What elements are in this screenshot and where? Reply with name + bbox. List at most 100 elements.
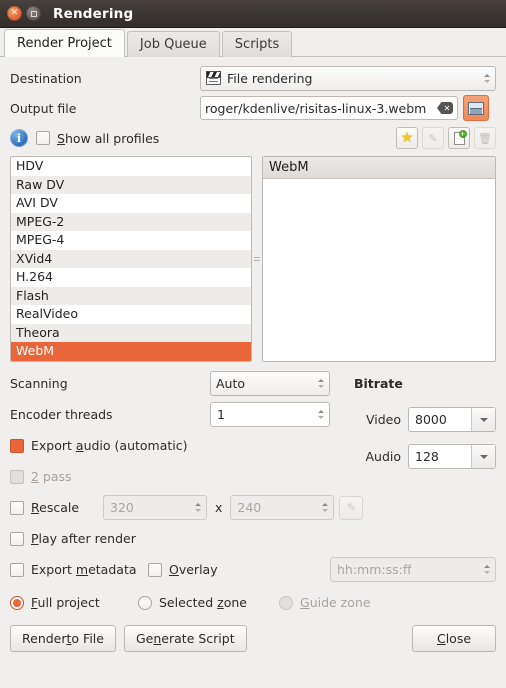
encoder-threads-label: Encoder threads <box>10 407 113 422</box>
profile-list[interactable]: HDV Raw DV AVI DV MPEG-2 MPEG-4 XVid4 H.… <box>10 156 252 362</box>
clapperboard-icon <box>206 71 221 85</box>
spinner-arrows-icon <box>322 503 330 512</box>
profile-detail-header: WebM <box>263 157 495 179</box>
two-pass-checkbox <box>10 469 24 484</box>
scanning-label: Scanning <box>10 376 68 391</box>
scanning-value: Auto <box>216 376 246 391</box>
audio-bitrate-row: Audio 128 <box>338 441 496 472</box>
options-area: Scanning Auto Bitrate Encoder threads 1 … <box>10 368 496 585</box>
list-item-selected[interactable]: WebM <box>11 342 251 361</box>
play-after-render-label: Play after render <box>31 531 136 546</box>
chevron-updown-icon[interactable] <box>318 379 326 388</box>
list-item[interactable]: AVI DV <box>11 194 251 213</box>
video-bitrate-label: Video <box>365 412 401 427</box>
rescale-tool-button: ✎ <box>339 495 364 520</box>
rescale-separator: x <box>215 500 223 515</box>
export-metadata-checkbox[interactable] <box>10 562 24 577</box>
bitrate-section-title: Bitrate <box>354 376 403 391</box>
overlay-timecode-input: hh:mm:ss:ff <box>330 557 496 582</box>
tab-bar: Render Project Job Queue Scripts <box>0 28 506 57</box>
list-item[interactable]: HDV <box>11 157 251 176</box>
two-pass-label: 2 pass <box>31 469 72 484</box>
list-item[interactable]: Theora <box>11 323 251 342</box>
zone-row: Full project Selected zone Guide zone <box>10 587 496 618</box>
destination-label: Destination <box>10 70 82 86</box>
audio-bitrate-combo[interactable]: 128 <box>408 444 496 469</box>
rescale-row: Rescale 320 x 240 ✎ <box>10 492 496 523</box>
pencil-icon: ✎ <box>428 131 438 145</box>
maximize-icon[interactable] <box>26 6 41 21</box>
list-item[interactable]: Flash <box>11 286 251 305</box>
favorite-profile-button[interactable]: ★ <box>396 127 418 149</box>
chevron-down-icon[interactable] <box>471 445 495 468</box>
profile-toolbar: ★ ✎ + 🗑 <box>392 127 496 149</box>
close-button[interactable]: Close <box>412 625 496 652</box>
list-item[interactable]: XVid4 <box>11 249 251 268</box>
export-audio-checkbox[interactable] <box>10 438 24 453</box>
render-to-file-button[interactable]: Render to File <box>10 625 116 652</box>
destination-combo[interactable]: File rendering <box>200 65 496 91</box>
output-file-input[interactable]: roger/kdenlive/risitas-linux-3.webm ✕ <box>200 96 458 120</box>
rescale-label: Rescale <box>31 500 80 515</box>
rescale-width-value: 320 <box>110 500 134 515</box>
rescale-checkbox[interactable] <box>10 500 24 515</box>
full-project-radio[interactable] <box>10 595 24 610</box>
video-bitrate-row: Video 8000 <box>338 404 496 435</box>
list-item[interactable]: RealVideo <box>11 305 251 324</box>
tab-scripts[interactable]: Scripts <box>221 31 293 57</box>
generate-script-button[interactable]: Ge n erate Script <box>123 625 247 652</box>
bitrate-fields: Video 8000 Audio 128 <box>338 404 496 472</box>
chevron-down-icon[interactable] <box>471 408 495 431</box>
export-metadata-row: Export metadata Overlay hh:mm:ss:ff <box>10 554 496 585</box>
profile-detail-body <box>263 179 495 187</box>
spinner-arrows-icon[interactable] <box>318 410 326 419</box>
audio-bitrate-value: 128 <box>415 449 439 464</box>
rescale-height-value: 240 <box>237 500 262 515</box>
tab-job-queue[interactable]: Job Queue <box>126 31 220 57</box>
window-title: Rendering <box>53 5 134 22</box>
clear-text-icon[interactable]: ✕ <box>437 102 453 114</box>
video-bitrate-combo[interactable]: 8000 <box>408 407 496 432</box>
encoder-threads-value: 1 <box>217 407 225 422</box>
overlay-checkbox[interactable] <box>148 562 162 577</box>
destination-row: Destination File rendering <box>10 63 496 93</box>
trash-icon: 🗑 <box>478 131 492 145</box>
tab-scripts-label: Scripts <box>234 37 280 52</box>
encoder-threads-spinbox[interactable]: 1 <box>210 402 330 427</box>
chevron-updown-icon[interactable] <box>484 73 492 83</box>
play-after-render-checkbox[interactable] <box>10 531 24 546</box>
tab-render-project[interactable]: Render Project <box>4 29 125 57</box>
delete-profile-button: 🗑 <box>474 127 496 149</box>
tab-job-queue-label: ob Queue <box>143 37 207 52</box>
selected-zone-label: Selected zone <box>159 595 247 610</box>
close-icon[interactable]: ✕ <box>7 6 22 21</box>
spinner-arrows-icon <box>195 503 203 512</box>
show-all-profiles-row: i Show all profiles ★ ✎ + 🗑 <box>10 123 496 153</box>
overlay-timecode-placeholder: hh:mm:ss:ff <box>337 562 412 577</box>
export-audio-label: Export audio (automatic) <box>31 438 188 453</box>
destination-value: File rendering <box>227 70 313 86</box>
full-project-label: Full project <box>31 595 100 610</box>
info-icon[interactable]: i <box>10 129 28 147</box>
list-item[interactable]: Raw DV <box>11 175 251 194</box>
output-file-label: Output file <box>10 100 77 116</box>
new-profile-button[interactable]: + <box>448 127 470 149</box>
tab-render-project-label: Render Project <box>17 36 112 51</box>
show-all-profiles-label: Show all profiles <box>57 130 160 146</box>
star-icon: ★ <box>400 130 414 146</box>
show-all-profiles-checkbox[interactable] <box>36 131 50 145</box>
panel-splitter[interactable] <box>252 156 262 362</box>
window-titlebar: ✕ Rendering <box>0 0 506 28</box>
output-file-browse-button[interactable] <box>463 95 489 121</box>
video-bitrate-value: 8000 <box>415 412 447 427</box>
rescale-tool-icon: ✎ <box>346 501 357 514</box>
list-item[interactable]: H.264 <box>11 268 251 287</box>
profile-detail-panel: WebM <box>262 156 496 362</box>
list-item[interactable]: MPEG-2 <box>11 212 251 231</box>
overlay-label: Overlay <box>169 562 218 577</box>
selected-zone-radio[interactable] <box>138 595 152 610</box>
list-item[interactable]: MPEG-4 <box>11 231 251 250</box>
scanning-combo[interactable]: Auto <box>210 371 330 396</box>
splitter-grip-icon <box>254 255 260 263</box>
guide-zone-label: Guide zone <box>300 595 371 610</box>
